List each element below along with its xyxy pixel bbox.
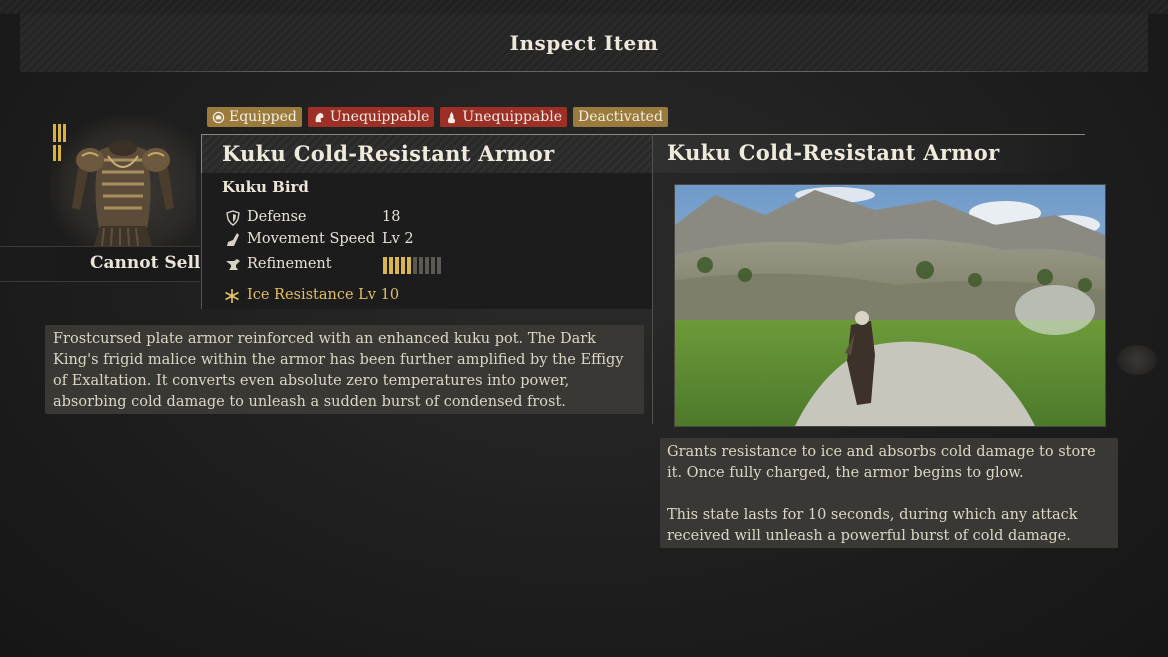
refinement-segment-empty: [431, 257, 435, 274]
snowflake-icon: [225, 289, 239, 303]
status-badges: Equipped Unequippable Unequippable Deact…: [207, 107, 668, 127]
refinement-meter: [383, 257, 441, 274]
refinement-segment-filled: [389, 257, 393, 274]
flame-hand-icon: [448, 111, 456, 123]
stat-movement-label: Movement Speed: [247, 231, 376, 247]
item-description: Frostcursed plate armor reinforced with …: [53, 331, 624, 410]
badge-label: Unequippable: [329, 109, 430, 125]
anvil-icon: [226, 259, 240, 270]
refinement-segment-filled: [407, 257, 411, 274]
refinement-segment-empty: [425, 257, 429, 274]
preview-title: Kuku Cold-Resistant Armor: [667, 140, 1000, 165]
refinement-segment-filled: [383, 257, 387, 274]
badge-unequippable-head: Unequippable: [307, 107, 435, 127]
sell-status-label: Cannot Sell: [90, 253, 201, 273]
effect-description-1: Grants resistance to ice and absorbs col…: [667, 444, 1096, 481]
refinement-segment-empty: [413, 257, 417, 274]
panel-divider: [652, 134, 653, 424]
badge-label: Unequippable: [462, 109, 562, 125]
stat-refinement-label: Refinement: [247, 256, 332, 272]
stat-defense-value: 18: [382, 209, 401, 225]
refinement-segment-empty: [437, 257, 441, 274]
page-title: Inspect Item: [509, 31, 659, 55]
refinement-segment-empty: [419, 257, 423, 274]
landscape-scene: [675, 185, 1105, 426]
item-name: Kuku Cold-Resistant Armor: [222, 141, 555, 166]
rarity-marker: [53, 124, 71, 162]
item-portrait[interactable]: [50, 116, 196, 247]
hood-icon: [315, 112, 324, 122]
effect-description-2: This state lasts for 10 seconds, during …: [667, 507, 1078, 544]
refinement-segment-filled: [401, 257, 405, 274]
stat-movement-value: Lv 2: [382, 231, 414, 247]
badge-deactivated: Deactivated: [572, 107, 668, 127]
boot-icon: [227, 233, 239, 246]
effect-ice-resistance: Ice Resistance Lv 10: [247, 287, 400, 303]
item-set-name: Kuku Bird: [222, 178, 309, 196]
top-band: [0, 0, 1168, 14]
armor-image: [72, 140, 174, 247]
preview-image: [674, 184, 1106, 427]
helmet-icon: [212, 111, 225, 123]
refinement-segment-filled: [395, 257, 399, 274]
badge-label: Equipped: [229, 109, 297, 125]
stat-defense-label: Defense: [247, 209, 307, 225]
badge-label: Deactivated: [577, 109, 663, 125]
badge-unequippable-hand: Unequippable: [440, 107, 567, 127]
title-divider: [90, 71, 1080, 72]
side-decoration: [1117, 345, 1157, 375]
shield-icon: [226, 210, 240, 226]
badge-equipped: Equipped: [207, 107, 302, 127]
